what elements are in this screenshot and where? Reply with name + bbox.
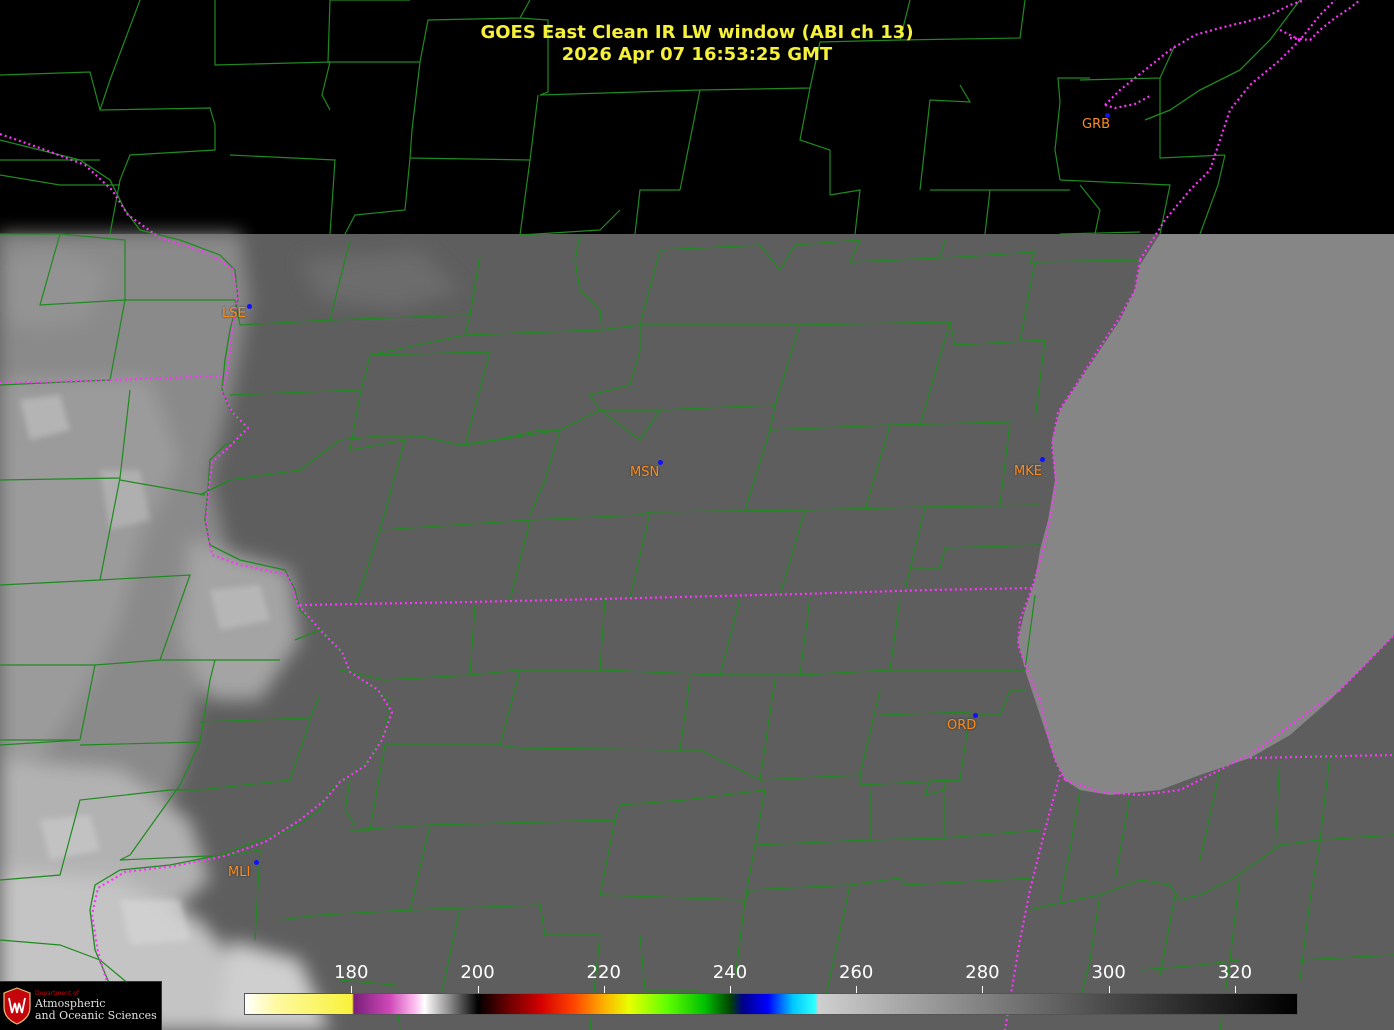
colorbar-tick-mark [729,986,731,993]
colorbar-tick-label: 240 [712,962,748,983]
city-label-lse: LSE [222,306,246,321]
aos-logo: Department of Atmospheric and Oceanic Sc… [0,981,162,1030]
colorbar-tick-label: 220 [586,962,621,983]
colorbar-tick-mark [1234,986,1236,993]
colorbar-tick-label: 320 [1217,962,1253,983]
logo-dept: Department of [35,990,79,997]
city-dot-mli [254,860,259,865]
city-label-mke: MKE [1014,464,1042,479]
colorbar-tick-label: 200 [460,962,495,983]
city-label-ord: ORD [947,718,977,733]
satellite-image-viewer: GOES East Clean IR LW window (ABI ch 13)… [0,0,1394,1030]
colorbar-tick-mark [982,986,984,993]
city-label-grb: GRB [1082,117,1111,132]
city-label-msn: MSN [630,465,660,480]
city-dot-mke [1040,457,1045,462]
colorbar-tick-mark [351,986,353,993]
colorbar-tick-label: 280 [965,962,1000,983]
city-dot-lse [247,304,252,309]
image-timestamp: 2026 Apr 07 16:53:25 GMT [561,44,833,65]
colorbar-tick-label: 260 [839,962,874,983]
logo-line2: and Oceanic Sciences [35,1009,157,1022]
colorbar-tick-mark [477,986,479,993]
temperature-colorbar [244,993,1298,1015]
colorbar-tick-label: 180 [334,962,369,983]
colorbar-tick-mark [603,986,605,993]
uw-crest-icon [3,987,31,1025]
colorbar-tick-mark [1108,986,1110,993]
city-label-mli: MLI [228,865,251,880]
image-title: GOES East Clean IR LW window (ABI ch 13) [480,22,914,43]
colorbar-tick-label: 300 [1091,962,1126,983]
colorbar-tick-mark [856,986,858,993]
infrared-map [0,0,1394,1030]
